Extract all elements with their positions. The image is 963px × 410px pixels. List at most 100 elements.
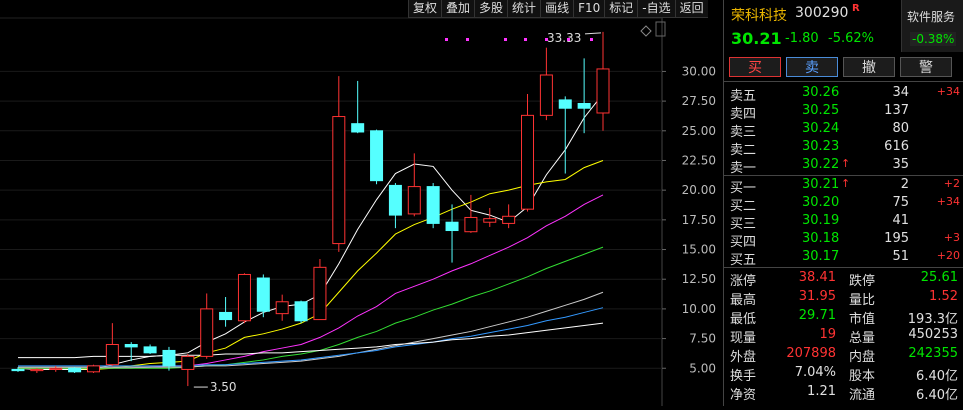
candle-up	[313, 266, 327, 321]
toolbar-button[interactable]: 多股	[474, 0, 508, 18]
high-price-label: 33.33	[547, 31, 581, 45]
stat-label: 现量	[730, 331, 757, 346]
stat-label: 量比	[849, 293, 876, 308]
level-delta: +3	[943, 231, 960, 244]
stat-value: 31.95	[798, 289, 836, 304]
kline-chart-area[interactable]: 30.00 27.50 25.00 22.50 20.00 17.50 15.00 12.50…	[0, 0, 723, 406]
level-price: 30.22	[802, 157, 840, 172]
alert-button[interactable]: 警	[900, 57, 952, 77]
moving-average-ma120	[18, 307, 604, 367]
candle-up	[49, 367, 63, 370]
bid-row[interactable]: 买三 30.19 41	[724, 213, 963, 232]
buy-button[interactable]: 买	[729, 57, 781, 77]
candle-down	[388, 184, 402, 216]
stat-value: 6.40亿	[916, 388, 958, 403]
level-label: 买一	[730, 181, 757, 196]
stock-name: 荣科科技	[731, 8, 787, 24]
quote-panel: 荣科科技 300290 R 30.21 -1.80 -5.62% 软件服务 -0…	[723, 0, 963, 406]
stat-value: 25.61	[920, 270, 958, 285]
stat-value: 450253	[908, 327, 958, 342]
level-price: 30.18	[802, 231, 840, 246]
candle-up	[464, 216, 478, 233]
price-change-pct: -5.62%	[828, 31, 874, 46]
toolbar-button[interactable]: 统计	[507, 0, 541, 18]
stat-value: 6.40亿	[916, 369, 958, 384]
ask-row[interactable]: 卖五 30.26 34 +34	[724, 85, 963, 104]
candle-down	[256, 277, 270, 312]
moving-average-ma60	[18, 291, 604, 368]
toolbar-button[interactable]: F10	[573, 0, 605, 18]
stat-label: 股本	[849, 369, 876, 384]
ask-row[interactable]: 卖四 30.25 137	[724, 103, 963, 122]
stat-label: 跌停	[849, 274, 876, 289]
candle-up	[407, 186, 421, 215]
candle-down	[445, 221, 459, 232]
signal-marker	[567, 38, 570, 41]
level-label: 买五	[730, 253, 757, 268]
candle-up	[181, 355, 195, 370]
last-price: 30.21	[731, 29, 782, 48]
toolbar-button[interactable]: 标记	[604, 0, 638, 18]
ask-row[interactable]: 卖三 30.24 80	[724, 121, 963, 140]
stat-row: 涨停 38.41 跌停 25.61	[724, 270, 963, 289]
y-tick-label: 17.50	[682, 213, 716, 227]
bid-row[interactable]: 买五 30.17 51 +20	[724, 249, 963, 268]
bid-row[interactable]: 买四 30.18 195 +3	[724, 231, 963, 250]
candle-up	[237, 273, 251, 322]
kline-chart[interactable]: 30.00 27.50 25.00 22.50 20.00 17.50 15.00 12.50…	[0, 0, 723, 406]
level-volume: 51	[892, 249, 909, 264]
candle-up	[596, 68, 610, 114]
toolbar-button[interactable]: 画线	[540, 0, 574, 18]
level-volume: 34	[892, 85, 909, 100]
cancel-order-button[interactable]: 撤	[843, 57, 895, 77]
signal-marker	[545, 38, 548, 41]
stat-value: 193.3亿	[907, 312, 958, 327]
y-tick-label: 27.50	[682, 94, 716, 108]
candle-down	[68, 367, 82, 373]
stat-value: 7.04%	[794, 365, 836, 380]
candle-up	[105, 344, 119, 366]
sector-change-pct: -0.38%	[910, 32, 957, 46]
sell-button[interactable]: 卖	[786, 57, 838, 77]
level-volume: 616	[884, 139, 909, 154]
sector-name[interactable]: 软件服务	[907, 8, 955, 25]
moving-average-ma30	[18, 246, 604, 369]
stat-value: 1.21	[807, 384, 836, 399]
ask-row[interactable]: 卖二 30.23 616	[724, 139, 963, 158]
candle-up	[86, 365, 100, 373]
level-delta: +2	[943, 177, 960, 190]
level-volume: 195	[884, 231, 909, 246]
signal-marker	[524, 38, 527, 41]
candle-down	[370, 130, 384, 182]
level-price: 30.20	[802, 195, 840, 210]
level-price: 30.21	[802, 177, 840, 192]
divider	[724, 81, 963, 82]
toolbar-button[interactable]: 复权	[408, 0, 442, 18]
expand-icon	[655, 21, 666, 37]
stat-row: 换手 7.04% 股本 6.40亿	[724, 365, 963, 384]
y-tick-label: 25.00	[682, 124, 716, 138]
level-price: 30.26	[802, 85, 840, 100]
toolbar-button[interactable]: 叠加	[441, 0, 475, 18]
stat-value: 207898	[786, 346, 836, 361]
level-price: 30.19	[802, 213, 840, 228]
level-label: 买三	[730, 217, 757, 232]
level-volume: 41	[892, 213, 909, 228]
y-tick-label: 20.00	[682, 183, 716, 197]
signal-marker	[504, 38, 507, 41]
toolbar-button[interactable]: -自选	[637, 0, 675, 18]
stat-row: 净资 1.21 流通 6.40亿	[724, 384, 963, 403]
sector-box[interactable]: 软件服务 -0.38%	[901, 0, 963, 52]
level-delta: +34	[936, 195, 960, 208]
level-price: 30.23	[802, 139, 840, 154]
ask-row[interactable]: 卖一 30.22 ↑ 35	[724, 157, 963, 176]
stock-code: 300290	[795, 5, 849, 21]
candle-up	[539, 74, 553, 116]
bid-row[interactable]: 买二 30.20 75 +34	[724, 195, 963, 214]
y-tick-label: 15.00	[682, 243, 716, 257]
toolbar-button[interactable]: 返回	[674, 0, 708, 18]
bid-row[interactable]: 买一 30.21 ↑ 2 +2	[724, 177, 963, 196]
stat-row: 外盘 207898 内盘 242355	[724, 346, 963, 365]
level-label: 买四	[730, 235, 757, 250]
level-label: 卖一	[730, 161, 757, 176]
